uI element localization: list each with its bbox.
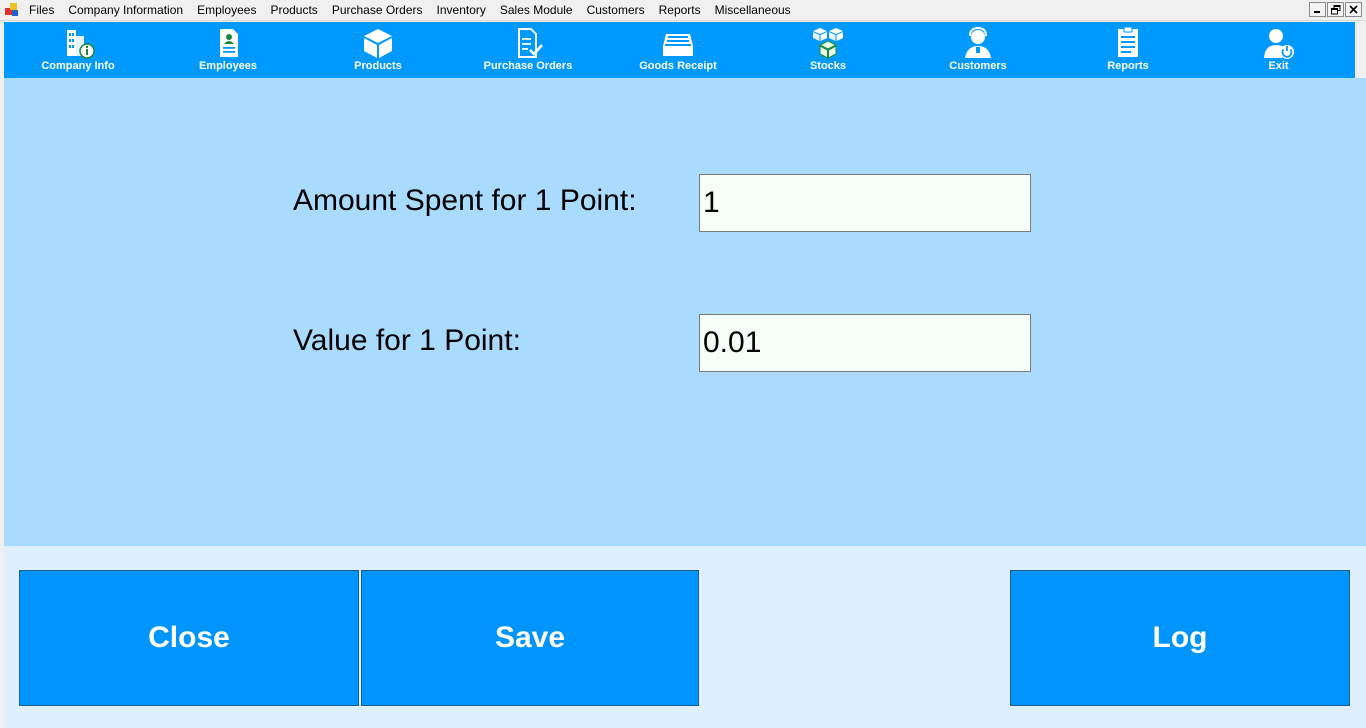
value-per-point-input[interactable] — [699, 314, 1031, 372]
toolbar-employees[interactable]: Employees — [154, 22, 302, 78]
toolbar-stocks[interactable]: Stocks — [754, 22, 902, 78]
menu-bar: Files Company Information Employees Prod… — [0, 0, 1366, 21]
minimize-button[interactable] — [1309, 2, 1326, 17]
main-panel — [4, 78, 1366, 546]
menu-purchase-orders[interactable]: Purchase Orders — [325, 0, 430, 20]
toolbar-reports[interactable]: Reports — [1054, 22, 1202, 78]
stacked-boxes-icon — [813, 28, 843, 59]
restore-icon — [1330, 4, 1340, 14]
toolbar-label-company-info: Company Info — [41, 60, 115, 72]
toolbar-label-purchase-orders: Purchase Orders — [483, 60, 573, 72]
menu-miscellaneous[interactable]: Miscellaneous — [708, 0, 798, 20]
toolbar-label-employees: Employees — [198, 60, 258, 72]
toolbar-label-products: Products — [354, 60, 402, 72]
menu-inventory[interactable]: Inventory — [430, 0, 493, 20]
close-icon — [1349, 5, 1358, 14]
toolbar-label-goods-receipt: Goods Receipt — [639, 60, 717, 72]
employee-document-icon — [220, 29, 238, 57]
menu-files[interactable]: Files — [22, 0, 61, 20]
toolbar-label-customers: Customers — [949, 60, 1007, 72]
report-clipboard-icon — [1118, 26, 1138, 57]
menu-products[interactable]: Products — [263, 0, 324, 20]
value-per-point-label: Value for 1 Point: — [293, 324, 521, 357]
menu-employees[interactable]: Employees — [190, 0, 263, 20]
amount-spent-label: Amount Spent for 1 Point: — [293, 184, 637, 217]
toolbar-label-exit: Exit — [1268, 60, 1289, 72]
toolbar-company-info[interactable]: Company Info — [4, 22, 152, 78]
toolbar-goods-receipt[interactable]: Goods Receipt — [604, 22, 752, 78]
menu-reports[interactable]: Reports — [652, 0, 708, 20]
toolbar-customers[interactable]: Customers — [904, 22, 1052, 78]
menu-customers[interactable]: Customers — [580, 0, 652, 20]
toolbar-label-stocks: Stocks — [809, 60, 847, 72]
log-button[interactable]: Log — [1010, 570, 1350, 706]
checklist-document-icon — [518, 28, 543, 58]
close-button[interactable]: Close — [19, 570, 359, 706]
customer-headset-icon — [965, 26, 991, 58]
box-icon — [364, 29, 392, 58]
toolbar-purchase-orders[interactable]: Purchase Orders — [454, 22, 602, 78]
app-icon[interactable] — [5, 3, 19, 17]
save-button[interactable]: Save — [361, 570, 699, 706]
minimize-icon — [1314, 11, 1320, 13]
toolbar-products[interactable]: Products — [304, 22, 452, 78]
toolbar-label-reports: Reports — [1107, 60, 1149, 72]
menu-sales-module[interactable]: Sales Module — [493, 0, 580, 20]
amount-spent-input[interactable] — [699, 174, 1031, 232]
toolbar-exit[interactable]: Exit — [1204, 22, 1353, 78]
restore-button[interactable] — [1327, 2, 1344, 17]
menu-company-information[interactable]: Company Information — [61, 0, 190, 20]
toolbar: Company Info Employees Products Purchase… — [4, 22, 1355, 78]
inbox-tray-icon — [663, 34, 693, 56]
user-power-icon — [1263, 29, 1294, 59]
close-window-button[interactable] — [1345, 2, 1362, 17]
building-info-icon — [67, 30, 95, 59]
